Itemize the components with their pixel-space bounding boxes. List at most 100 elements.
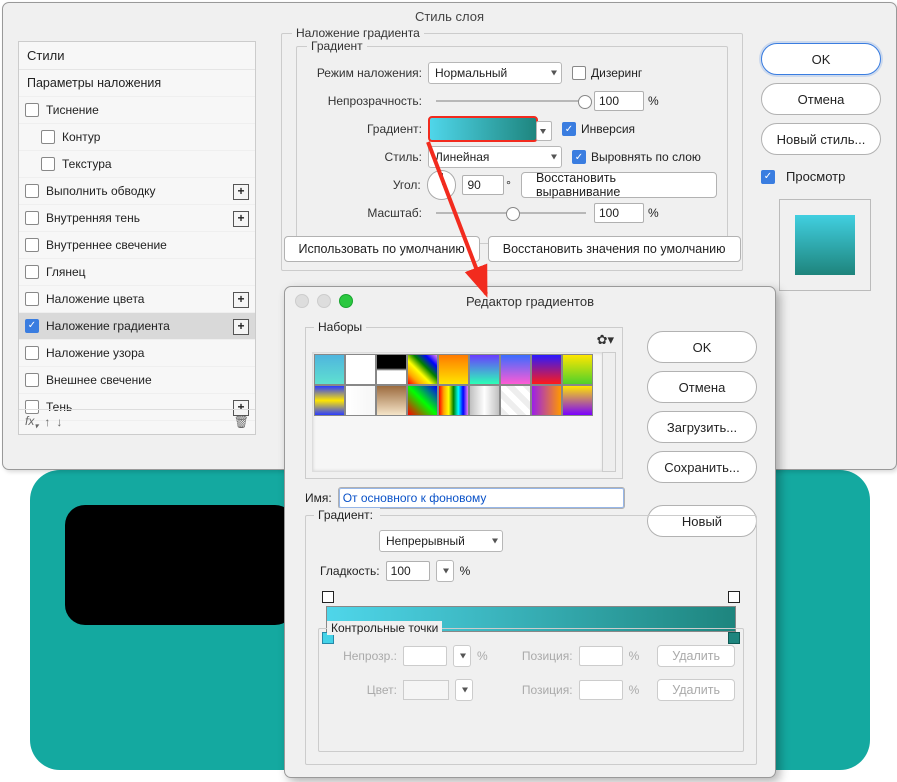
- preset-swatch[interactable]: [407, 385, 438, 416]
- preset-swatch[interactable]: [531, 385, 562, 416]
- smooth-unit: %: [460, 564, 471, 578]
- style-row-label: Наложение узора: [46, 346, 144, 360]
- preset-swatch[interactable]: [376, 354, 407, 385]
- style-row-checkbox[interactable]: [25, 346, 39, 360]
- plus-icon[interactable]: +: [233, 292, 249, 308]
- gradient-type-select[interactable]: Непрерывный: [379, 530, 503, 552]
- angle-unit: °: [506, 178, 511, 192]
- dither-checkbox[interactable]: [572, 66, 586, 80]
- presets-label: Наборы: [314, 320, 366, 334]
- scrollbar[interactable]: [602, 352, 616, 472]
- style-row-контур[interactable]: Контур: [19, 124, 255, 151]
- style-row-checkbox[interactable]: [25, 238, 39, 252]
- reset-alignment-button[interactable]: Восстановить выравнивание: [521, 172, 717, 198]
- preset-swatch[interactable]: [531, 354, 562, 385]
- preset-swatch[interactable]: [314, 354, 345, 385]
- smooth-dropdown-icon[interactable]: [436, 560, 454, 582]
- style-row-наложение-узора[interactable]: Наложение узора: [19, 340, 255, 367]
- style-row-глянец[interactable]: Глянец: [19, 259, 255, 286]
- ok-button[interactable]: OK: [761, 43, 881, 75]
- dither-label: Дизеринг: [591, 66, 642, 80]
- preset-swatch[interactable]: [500, 385, 531, 416]
- arrow-down-icon[interactable]: ↓: [56, 415, 62, 429]
- opacity-stop-left[interactable]: [322, 591, 334, 603]
- preset-swatch[interactable]: [500, 354, 531, 385]
- preset-swatch[interactable]: [469, 354, 500, 385]
- style-row-label: Внутреннее свечение: [46, 238, 167, 252]
- preview-label: Просмотр: [786, 169, 845, 184]
- style-row-checkbox[interactable]: [25, 265, 39, 279]
- arrow-up-icon[interactable]: ↑: [44, 415, 50, 429]
- angle-dial[interactable]: [427, 170, 457, 200]
- style-row-внешнее-свечение[interactable]: Внешнее свечение: [19, 367, 255, 394]
- plus-icon[interactable]: +: [233, 184, 249, 200]
- preset-swatch[interactable]: [314, 385, 345, 416]
- angle-input[interactable]: 90: [462, 175, 504, 195]
- style-row-тиснение[interactable]: Тиснение: [19, 97, 255, 124]
- style-row-checkbox[interactable]: ✓: [25, 319, 39, 333]
- preset-swatch[interactable]: [562, 354, 593, 385]
- style-row-checkbox[interactable]: [25, 211, 39, 225]
- name-label: Имя:: [305, 491, 332, 505]
- opacity-slider[interactable]: [436, 100, 586, 102]
- gear-icon[interactable]: ✿▾: [597, 332, 614, 348]
- blending-options-link[interactable]: Параметры наложения: [19, 70, 255, 97]
- ge-save-button[interactable]: Сохранить...: [647, 451, 757, 483]
- preset-swatch[interactable]: [345, 354, 376, 385]
- style-row-текстура[interactable]: Текстура: [19, 151, 255, 178]
- ge-cancel-button[interactable]: Отмена: [647, 371, 757, 403]
- preview-checkbox[interactable]: ✓: [761, 170, 775, 184]
- cp-del2-button: Удалить: [657, 679, 735, 701]
- gradient-dropdown-icon[interactable]: [536, 121, 552, 141]
- preset-swatch[interactable]: [469, 385, 500, 416]
- gradient-swatch-button[interactable]: [428, 116, 538, 142]
- cp-pos2-label: Позиция:: [522, 683, 573, 697]
- style-row-выполнить-обводку[interactable]: Выполнить обводку+: [19, 178, 255, 205]
- style-row-checkbox[interactable]: [25, 373, 39, 387]
- gradient-group: Градиент: Градиент: Непрерывный Гладкост…: [305, 515, 757, 765]
- gradient-name-input[interactable]: От основного к фоновому: [338, 487, 625, 509]
- opacity-stop-right[interactable]: [728, 591, 740, 603]
- cp-color-label: Цвет:: [327, 683, 397, 697]
- plus-icon[interactable]: +: [233, 211, 249, 227]
- scale-input[interactable]: 100: [594, 203, 644, 223]
- ge-load-button[interactable]: Загрузить...: [647, 411, 757, 443]
- plus-icon[interactable]: +: [233, 319, 249, 335]
- presets-group: Наборы ✿▾: [305, 327, 623, 479]
- reverse-checkbox[interactable]: ✓: [562, 122, 576, 136]
- opacity-label: Непрозрачность:: [307, 94, 428, 108]
- preset-swatch[interactable]: [438, 385, 469, 416]
- cancel-button[interactable]: Отмена: [761, 83, 881, 115]
- ge-ok-button[interactable]: OK: [647, 331, 757, 363]
- style-row-checkbox[interactable]: [41, 130, 55, 144]
- new-style-button[interactable]: Новый стиль...: [761, 123, 881, 155]
- smooth-input[interactable]: 100: [386, 561, 430, 581]
- preset-swatch[interactable]: [376, 385, 407, 416]
- fx-menu-icon[interactable]: fx▾: [25, 414, 38, 430]
- preset-swatch[interactable]: [345, 385, 376, 416]
- align-checkbox[interactable]: ✓: [572, 150, 586, 164]
- style-row-наложение-градиента[interactable]: ✓Наложение градиента+: [19, 313, 255, 340]
- trash-icon[interactable]: 🗑: [234, 415, 249, 429]
- style-row-checkbox[interactable]: [41, 157, 55, 171]
- preset-list: [312, 352, 604, 472]
- blend-mode-select[interactable]: Нормальный: [428, 62, 562, 84]
- opacity-input[interactable]: 100: [594, 91, 644, 111]
- preset-swatch[interactable]: [562, 385, 593, 416]
- style-row-checkbox[interactable]: [25, 184, 39, 198]
- reset-default-button[interactable]: Восстановить значения по умолчанию: [488, 236, 741, 262]
- style-row-checkbox[interactable]: [25, 292, 39, 306]
- style-row-внутреннее-свечение[interactable]: Внутреннее свечение: [19, 232, 255, 259]
- window-title: Стиль слоя: [3, 3, 896, 30]
- scale-label: Масштаб:: [307, 206, 428, 220]
- smooth-label: Гладкость:: [320, 564, 380, 578]
- cp-opacity-label: Непрозр.:: [327, 649, 397, 663]
- style-row-наложение-цвета[interactable]: Наложение цвета+: [19, 286, 255, 313]
- preset-swatch[interactable]: [407, 354, 438, 385]
- preset-swatch[interactable]: [438, 354, 469, 385]
- make-default-button[interactable]: Использовать по умолчанию: [284, 236, 480, 262]
- style-row-checkbox[interactable]: [25, 103, 39, 117]
- gradient-style-select[interactable]: Линейная: [428, 146, 562, 168]
- scale-slider[interactable]: [436, 212, 586, 214]
- style-row-внутренняя-тень[interactable]: Внутренняя тень+: [19, 205, 255, 232]
